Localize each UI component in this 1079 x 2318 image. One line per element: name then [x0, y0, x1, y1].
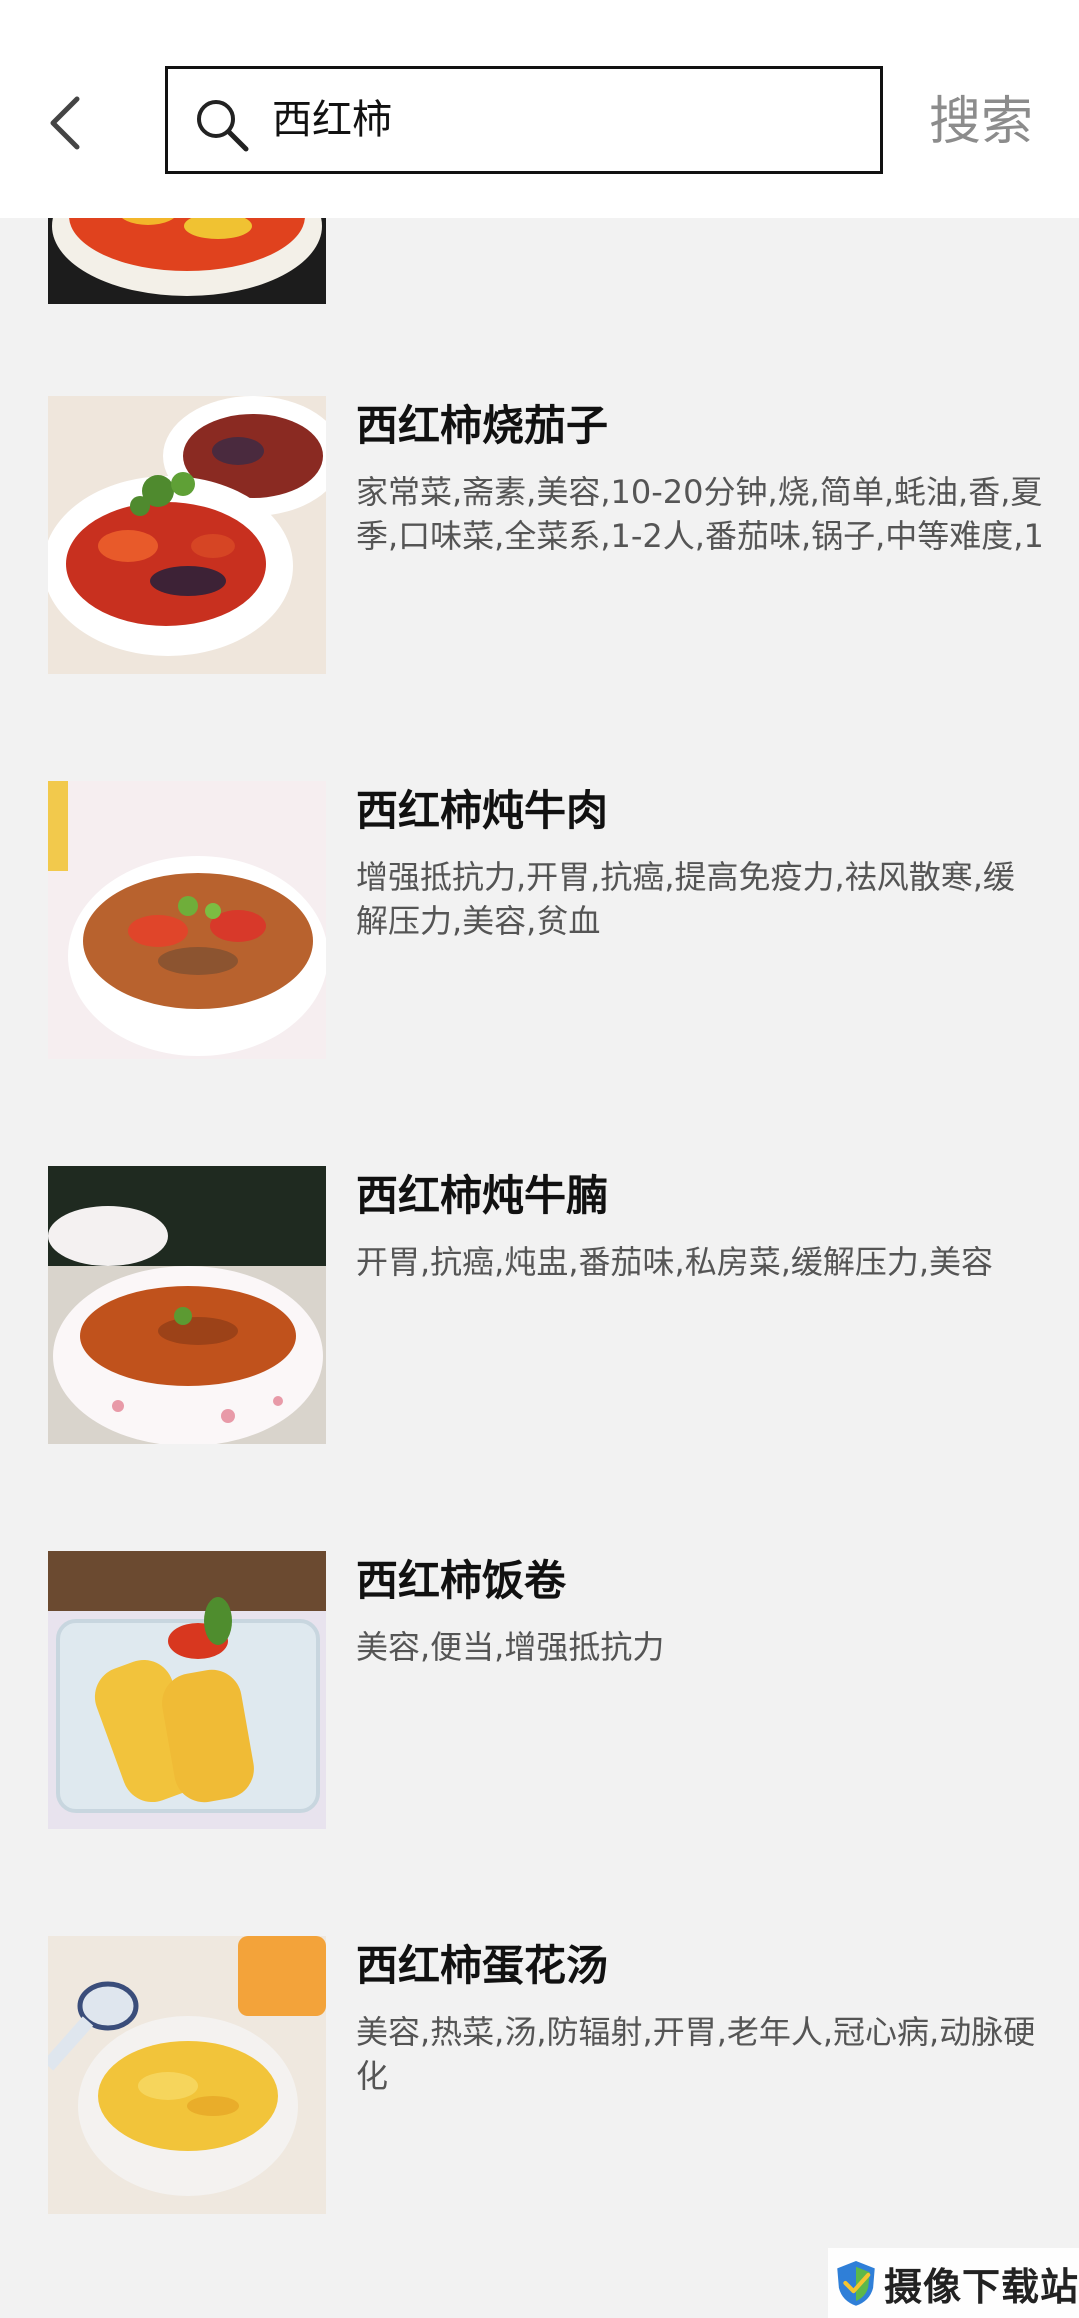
top-bar: 搜索: [0, 0, 1079, 218]
list-item[interactable]: 西红柿饭卷 美容,便当,增强抵抗力: [0, 1551, 1079, 1831]
recipe-tags: 美容,热菜,汤,防辐射,开胃,老年人,冠心病,动脉硬化: [356, 2013, 1036, 2095]
recipe-title: 西红柿烧茄子: [356, 401, 609, 450]
recipe-title: 西红柿炖牛肉: [356, 786, 609, 835]
watermark-shield-icon: [837, 2261, 875, 2306]
recipe-title: 西红柿饭卷: [356, 1556, 567, 1605]
watermark-text: 摄像下载站: [883, 2264, 1079, 2309]
recipe-title: 西红柿炖牛腩: [356, 1171, 609, 1220]
recipe-tags: 美容,便当,增强抵抗力: [356, 1628, 665, 1666]
search-box[interactable]: [165, 66, 883, 174]
back-button[interactable]: [40, 88, 90, 158]
search-icon: [197, 100, 249, 152]
recipe-tags: 家常菜,斋素,美容,10-20分钟,烧,简单,蚝油,香,夏季,口味菜,全菜系,1…: [356, 473, 1044, 555]
recipe-title: 西红柿蛋花汤: [356, 1941, 609, 1990]
recipe-thumbnail: [48, 1166, 326, 1444]
search-button[interactable]: 搜索: [926, 88, 1036, 156]
recipe-thumbnail: [48, 218, 326, 304]
search-input[interactable]: [272, 69, 862, 171]
list-item[interactable]: [0, 218, 1079, 306]
chevron-left-icon: [50, 96, 80, 150]
results-list: 西红柿烧茄子 家常菜,斋素,美容,10-20分钟,烧,简单,蚝油,香,夏季,口味…: [0, 218, 1079, 2318]
recipe-thumbnail: [48, 781, 326, 1059]
list-item[interactable]: 西红柿烧茄子 家常菜,斋素,美容,10-20分钟,烧,简单,蚝油,香,夏季,口味…: [0, 396, 1079, 676]
recipe-tags: 开胃,抗癌,炖盅,番茄味,私房菜,缓解压力,美容: [356, 1243, 994, 1281]
list-item[interactable]: 西红柿炖牛腩 开胃,抗癌,炖盅,番茄味,私房菜,缓解压力,美容: [0, 1166, 1079, 1446]
watermark: 摄像下载站: [828, 2248, 1079, 2318]
recipe-thumbnail: [48, 1936, 326, 2214]
list-item[interactable]: 西红柿炖牛肉 增强抵抗力,开胃,抗癌,提高免疫力,祛风散寒,缓解压力,美容,贫血: [0, 781, 1079, 1061]
recipe-thumbnail: [48, 1551, 326, 1829]
recipe-thumbnail: [48, 396, 326, 674]
list-item[interactable]: 西红柿蛋花汤 美容,热菜,汤,防辐射,开胃,老年人,冠心病,动脉硬化: [0, 1936, 1079, 2216]
recipe-tags: 增强抵抗力,开胃,抗癌,提高免疫力,祛风散寒,缓解压力,美容,贫血: [356, 858, 1015, 940]
